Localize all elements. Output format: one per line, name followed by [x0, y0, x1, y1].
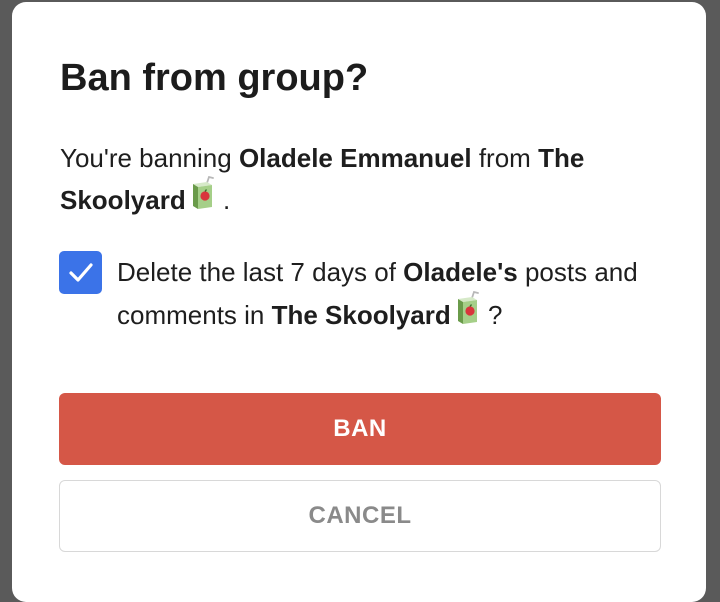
banned-user-name: Oladele Emmanuel [238, 143, 472, 173]
user-possessive: Oladele's [403, 257, 518, 287]
delete-posts-checkbox[interactable] [59, 251, 102, 294]
ban-message: You're banning Oladele Emmanuel from The… [60, 137, 660, 222]
cancel-button[interactable]: CANCEL [59, 480, 661, 552]
checkmark-icon [69, 263, 93, 282]
juice-box-emoji-icon [190, 176, 216, 222]
message-prefix: You're banning [60, 143, 239, 173]
juice-box-emoji-icon [455, 290, 481, 338]
message-middle: from [471, 143, 539, 173]
ban-dialog: Ban from group? You're banning Oladele E… [12, 2, 706, 602]
delete-prefix: Delete the last 7 days of [117, 257, 404, 287]
delete-posts-label[interactable]: Delete the last 7 days of Oladele's post… [117, 251, 677, 338]
dialog-title: Ban from group? [60, 57, 369, 99]
delete-group-name: The Skoolyard [271, 300, 451, 330]
ban-button[interactable]: BAN [59, 393, 661, 465]
delete-suffix: ? [488, 300, 503, 330]
message-suffix: . [222, 185, 231, 215]
